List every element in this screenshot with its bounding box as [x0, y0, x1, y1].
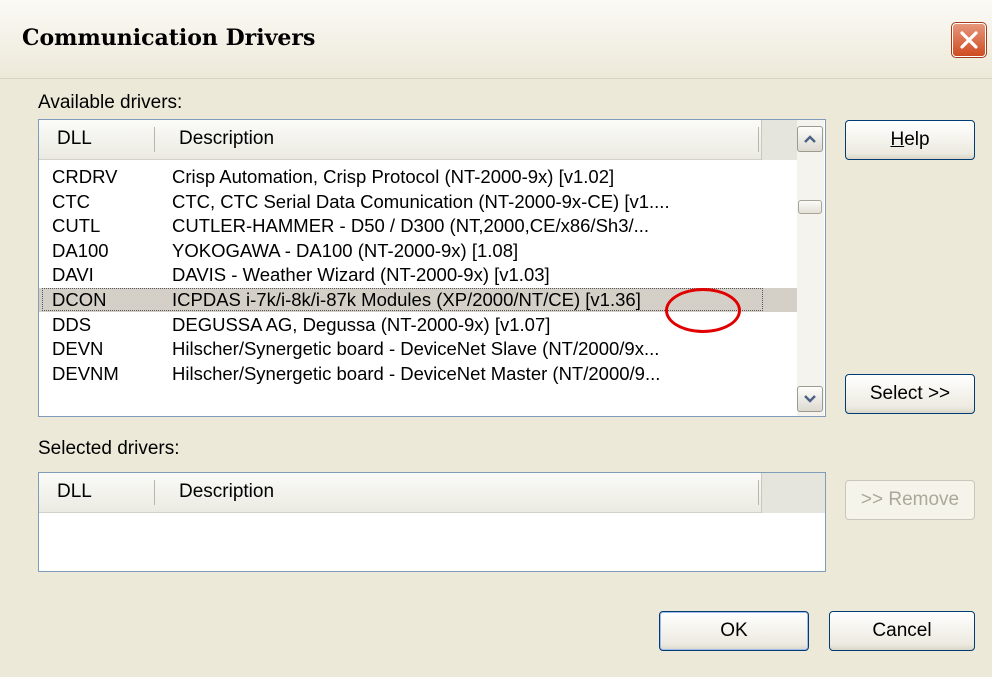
cell-description: DEGUSSA AG, Degussa (NT-2000-9x) [v1.07]	[172, 313, 551, 335]
cell-description: Crisp Automation, Crisp Protocol (NT-200…	[172, 166, 615, 187]
selected-drivers-label: Selected drivers:	[38, 438, 180, 459]
selected-drivers-list[interactable]: DLL Description	[38, 472, 826, 572]
cell-description: Hilscher/Synergetic board - DeviceNet Sl…	[172, 338, 660, 360]
chevron-up-icon	[804, 135, 816, 143]
cell-dll: DEVNM	[52, 362, 119, 384]
help-button[interactable]: Help	[845, 120, 975, 160]
column-divider[interactable]	[758, 480, 759, 505]
column-header-description[interactable]: Description	[179, 128, 274, 150]
cell-dll: DAVI	[52, 264, 94, 286]
table-row[interactable]: DDS DEGUSSA AG, Degussa (NT-2000-9x) [v1.…	[39, 313, 797, 337]
selected-list-body[interactable]	[39, 513, 825, 571]
available-drivers-list[interactable]: DLL Description CRDRV Crisp Automation, C…	[38, 119, 826, 417]
table-row[interactable]: DEVNM Hilscher/Synergetic board - DeviceN…	[39, 362, 797, 386]
remove-button[interactable]: >> Remove	[845, 480, 975, 520]
cell-description: CUTLER-HAMMER - D50 / D300 (NT,2000,CE/x…	[172, 215, 650, 237]
cell-dll: CUTL	[52, 215, 101, 237]
column-header-dll[interactable]: DLL	[57, 128, 92, 150]
table-row[interactable]: DEVN Hilscher/Synergetic board - DeviceNe…	[39, 337, 797, 361]
select-button[interactable]: Select >>	[845, 374, 975, 414]
cell-description: Hilscher/Synergetic board - DeviceNet Ma…	[172, 362, 661, 384]
column-header-filler	[761, 473, 825, 513]
scroll-down-button[interactable]	[797, 386, 823, 412]
cell-dll: DDS	[52, 313, 92, 335]
cell-description: YOKOGAWA - DA100 (NT-2000-9x) [1.08]	[172, 239, 519, 261]
chevron-down-icon	[804, 395, 816, 403]
cell-dll: CRDRV	[52, 166, 118, 187]
table-row[interactable]: CUTL CUTLER-HAMMER - D50 / D300 (NT,2000,…	[39, 214, 797, 238]
selected-list-header: DLL Description	[39, 473, 825, 513]
vertical-scrollbar[interactable]	[797, 120, 824, 416]
column-header-filler	[761, 120, 798, 160]
column-header-description[interactable]: Description	[179, 481, 274, 503]
close-icon	[960, 31, 978, 49]
cell-description: CTC, CTC Serial Data Comunication (NT-20…	[172, 190, 670, 212]
cell-dll: DCON	[52, 289, 107, 310]
column-divider[interactable]	[758, 127, 759, 152]
table-row[interactable]: DA100 YOKOGAWA - DA100 (NT-2000-9x) [1.08…	[39, 239, 797, 263]
column-header-dll[interactable]: DLL	[57, 481, 92, 503]
table-row[interactable]: CTC CTC, CTC Serial Data Comunication (NT…	[39, 190, 797, 214]
table-row[interactable]: DCON ICPDAS i-7k/i-8k/i-87k Modules (XP/2…	[39, 288, 797, 312]
cell-dll: CTC	[52, 190, 91, 212]
communication-drivers-dialog: Communication Drivers Available drivers:…	[0, 0, 992, 677]
column-divider[interactable]	[154, 480, 155, 505]
title-bar: Communication Drivers	[0, 0, 992, 79]
dialog-title: Communication Drivers	[22, 25, 316, 51]
table-row[interactable]: CRDRV Crisp Automation, Crisp Protocol (N…	[39, 165, 797, 189]
cell-dll: DEVN	[52, 338, 104, 360]
scroll-up-button[interactable]	[797, 126, 823, 152]
close-button[interactable]	[951, 22, 987, 58]
help-button-label: Help	[890, 129, 930, 150]
cancel-button[interactable]: Cancel	[829, 611, 975, 651]
scrollbar-thumb[interactable]	[798, 200, 822, 214]
available-list-header: DLL Description	[39, 120, 798, 160]
ok-button[interactable]: OK	[659, 611, 809, 651]
available-drivers-label: Available drivers:	[38, 92, 183, 113]
table-row[interactable]: DAVI DAVIS - Weather Wizard (NT-2000-9x) …	[39, 263, 797, 287]
cell-dll: DA100	[52, 239, 109, 261]
column-divider[interactable]	[154, 127, 155, 152]
cell-description: DAVIS - Weather Wizard (NT-2000-9x) [v1.…	[172, 264, 550, 286]
cell-description: ICPDAS i-7k/i-8k/i-87k Modules (XP/2000/…	[172, 289, 641, 310]
